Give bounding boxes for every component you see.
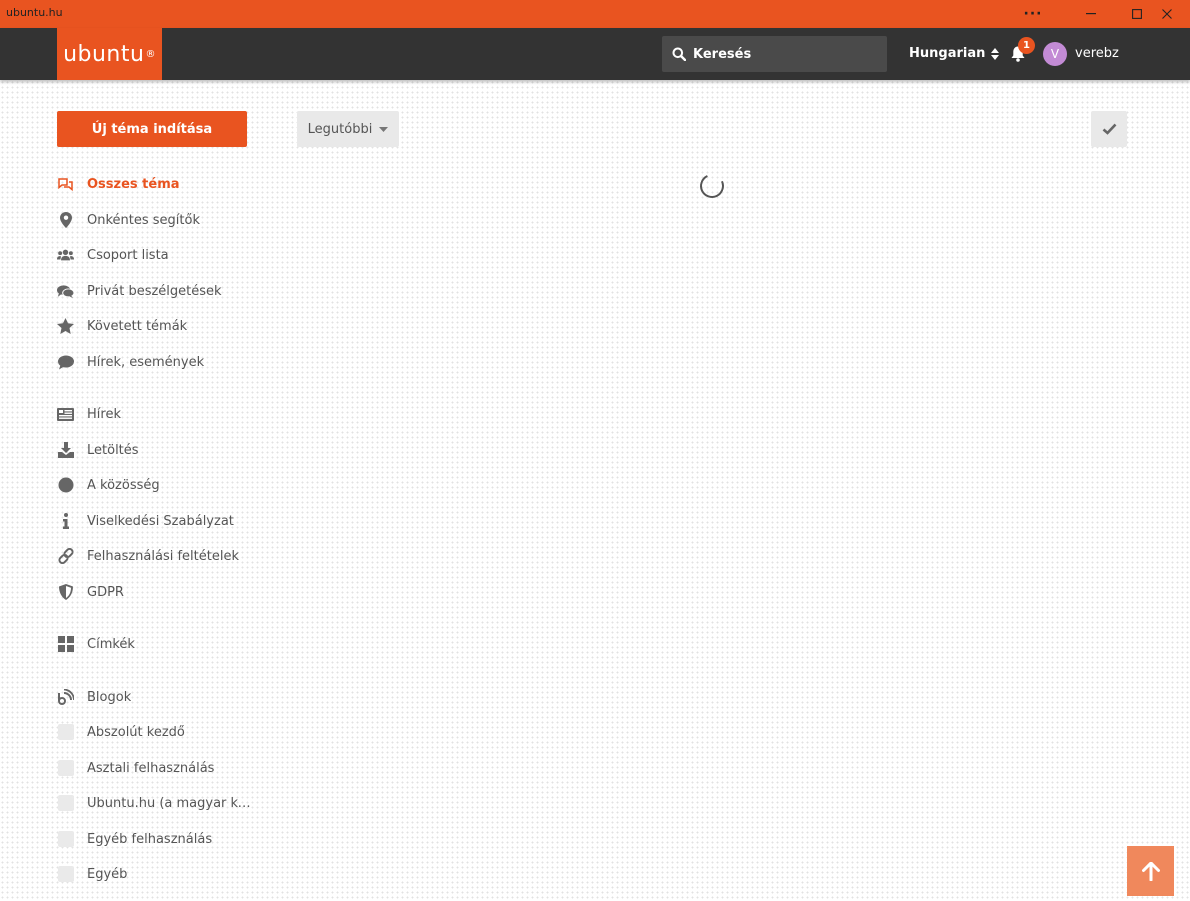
category-label: Ubuntu.hu (a magyar köz... — [87, 795, 252, 811]
category-label: Abszolút kezdő — [87, 724, 185, 740]
sort-label: Legutóbbi — [307, 121, 373, 137]
category-color-box — [57, 795, 74, 811]
avatar[interactable]: V — [1043, 42, 1067, 66]
sidebar-item-label: GDPR — [87, 584, 124, 600]
sidebar-item-news-events[interactable]: Hírek, események — [57, 350, 267, 374]
sidebar-item-label: Viselkedési Szabályzat — [87, 513, 234, 529]
category-item[interactable]: Abszolút kezdő — [57, 720, 267, 744]
sidebar-item-label: Összes téma — [87, 176, 180, 192]
comment-icon — [57, 354, 74, 371]
star-icon — [57, 318, 74, 335]
sidebar-item-private-messages[interactable]: Privát beszélgetések — [57, 279, 267, 303]
category-item[interactable]: Egyéb felhasználás — [57, 827, 267, 851]
sidebar-item-label: Követett témák — [87, 318, 188, 334]
download-icon — [57, 442, 74, 459]
tags-grid-icon — [57, 636, 74, 653]
minimize-button[interactable] — [1068, 0, 1114, 28]
sidebar-item-followed-topics[interactable]: Követett témák — [57, 314, 267, 338]
category-color-box — [57, 760, 74, 776]
registered-mark-icon: ® — [145, 48, 156, 60]
category-label: Asztali felhasználás — [87, 760, 215, 776]
search-box[interactable]: Keresés — [662, 36, 887, 72]
sidebar-item-code-of-conduct[interactable]: Viselkedési Szabályzat — [57, 509, 267, 533]
arrow-up-icon — [1141, 861, 1160, 881]
category-item[interactable]: Asztali felhasználás — [57, 756, 267, 780]
sidebar-item-label: Letöltés — [87, 442, 139, 458]
search-placeholder: Keresés — [693, 46, 752, 62]
newspaper-icon — [57, 406, 74, 423]
new-topic-button[interactable]: Új téma indítása — [57, 111, 247, 147]
site-logo[interactable]: ubuntu ® — [57, 28, 162, 80]
shield-icon — [57, 584, 74, 601]
loading-spinner-icon — [696, 170, 728, 202]
notification-badge: 1 — [1018, 37, 1035, 54]
category-label: Egyéb felhasználás — [87, 831, 213, 847]
caret-down-icon — [379, 126, 389, 132]
sidebar-item-news[interactable]: Hírek — [57, 402, 267, 426]
language-selector[interactable]: Hungarian — [909, 46, 1000, 61]
window-title: ubuntu.hu — [6, 6, 63, 19]
category-color-box — [57, 724, 74, 740]
sidebar-item-community[interactable]: A közösség — [57, 473, 267, 497]
sidebar-item-label: Privát beszélgetések — [87, 283, 222, 299]
sidebar-item-label: Hírek, események — [87, 354, 205, 370]
circle-icon — [57, 477, 74, 494]
check-icon — [1102, 123, 1116, 135]
sort-arrows-icon — [991, 47, 1000, 60]
language-label: Hungarian — [909, 46, 986, 61]
sidebar-item-all-topics[interactable]: Összes téma — [57, 172, 267, 196]
sidebar-item-label: A közösség — [87, 477, 160, 493]
scroll-to-top-button[interactable] — [1127, 846, 1174, 896]
site-header: ubuntu ® Keresés Hungarian 1 V verebz — [0, 28, 1190, 80]
sidebar-item-blogs[interactable]: Blogok — [57, 685, 267, 709]
comments-icon — [57, 176, 74, 193]
map-marker-icon — [57, 212, 74, 229]
blog-icon — [57, 689, 74, 706]
sidebar-item-label: Csoport lista — [87, 247, 169, 263]
logo-text: ubuntu — [63, 41, 145, 67]
sidebar-item-terms-of-use[interactable]: Felhasználási feltételek — [57, 544, 267, 568]
sidebar-item-label: Címkék — [87, 636, 135, 652]
category-color-box — [57, 866, 74, 882]
category-item[interactable]: Egyéb — [57, 862, 267, 886]
category-label: Egyéb — [87, 866, 128, 882]
sidebar-item-download[interactable]: Letöltés — [57, 438, 267, 462]
sidebar-item-label: Felhasználási feltételek — [87, 548, 239, 564]
more-options-icon[interactable]: ··· — [1010, 0, 1056, 28]
sidebar-item-tags[interactable]: Címkék — [57, 632, 267, 656]
link-icon — [57, 548, 74, 565]
window-titlebar: ubuntu.hu ··· — [0, 0, 1190, 28]
category-item[interactable]: Ubuntu.hu (a magyar köz... — [57, 791, 267, 815]
search-icon — [672, 47, 686, 61]
sidebar-item-gdpr[interactable]: GDPR — [57, 580, 267, 604]
sidebar-item-label: Blogok — [87, 689, 132, 705]
category-color-box — [57, 831, 74, 847]
mark-read-button[interactable] — [1091, 111, 1127, 147]
info-icon — [57, 513, 74, 530]
close-button[interactable] — [1144, 0, 1190, 28]
sort-dropdown[interactable]: Legutóbbi — [297, 111, 399, 147]
username[interactable]: verebz — [1075, 46, 1119, 61]
users-icon — [57, 247, 74, 264]
sidebar-item-group-list[interactable]: Csoport lista — [57, 243, 267, 267]
private-chat-icon — [57, 283, 74, 300]
sidebar-item-label: Hírek — [87, 406, 121, 422]
sidebar-item-label: Önkéntes segítők — [87, 212, 200, 228]
sidebar-item-volunteers[interactable]: Önkéntes segítők — [57, 208, 267, 232]
